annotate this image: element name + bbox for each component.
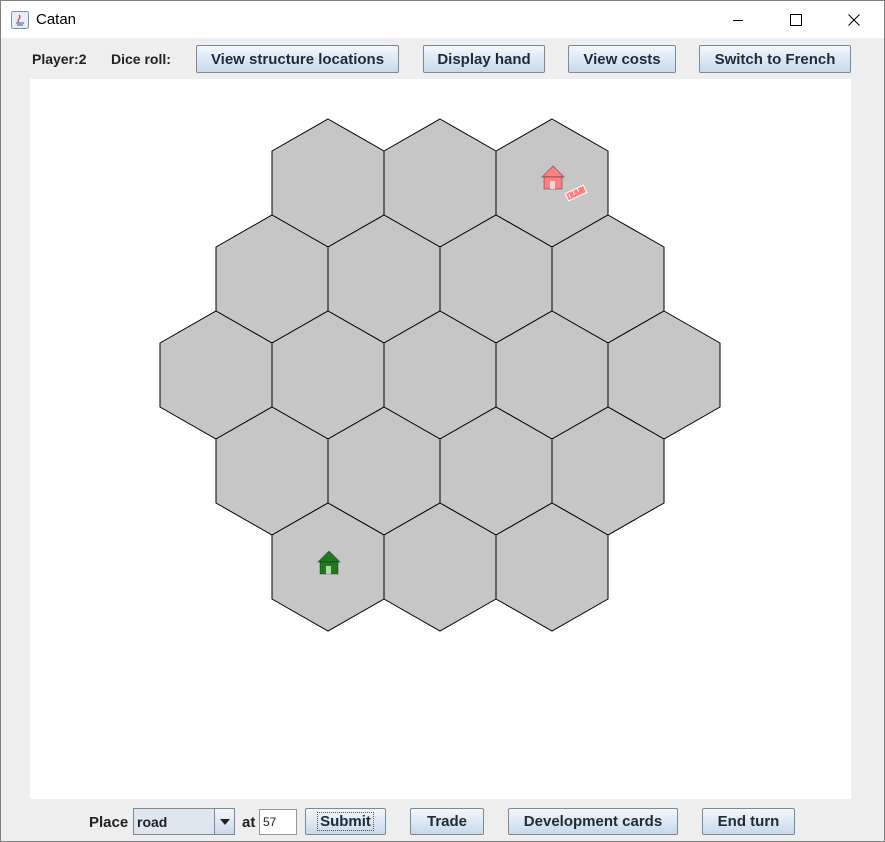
hex-board[interactable] <box>30 79 851 799</box>
dropdown-arrow[interactable] <box>214 809 234 834</box>
maximize-button[interactable] <box>773 1 819 38</box>
submit-label: Submit <box>317 812 374 831</box>
place-label: Place <box>89 814 129 831</box>
maximize-icon <box>790 13 802 26</box>
java-app-icon <box>11 11 29 29</box>
location-input[interactable]: 57 <box>259 809 297 835</box>
chevron-down-icon <box>219 818 230 825</box>
dice-roll-label: Dice roll: <box>111 51 171 67</box>
submit-button[interactable]: Submit <box>305 808 386 835</box>
place-type-select[interactable]: road <box>133 808 235 835</box>
display-hand-button[interactable]: Display hand <box>423 45 545 73</box>
close-button[interactable] <box>831 1 877 38</box>
view-costs-button[interactable]: View costs <box>568 45 676 73</box>
place-type-selected: road <box>137 814 168 830</box>
minimize-icon <box>733 19 743 21</box>
player-label: Player:2 <box>32 51 87 67</box>
app-window: Catan Player:2 Dice roll: View structure… <box>0 0 885 842</box>
at-label: at <box>242 814 256 831</box>
switch-to-french-button[interactable]: Switch to French <box>699 45 851 73</box>
view-structure-locations-button[interactable]: View structure locations <box>196 45 399 73</box>
end-turn-button[interactable]: End turn <box>702 808 795 835</box>
close-icon <box>848 13 860 26</box>
minimize-button[interactable] <box>715 1 761 38</box>
development-cards-button[interactable]: Development cards <box>508 808 678 835</box>
trade-button[interactable]: Trade <box>410 808 484 835</box>
game-board[interactable] <box>30 79 851 799</box>
title-bar[interactable]: Catan <box>1 1 884 38</box>
window-title: Catan <box>36 11 77 28</box>
